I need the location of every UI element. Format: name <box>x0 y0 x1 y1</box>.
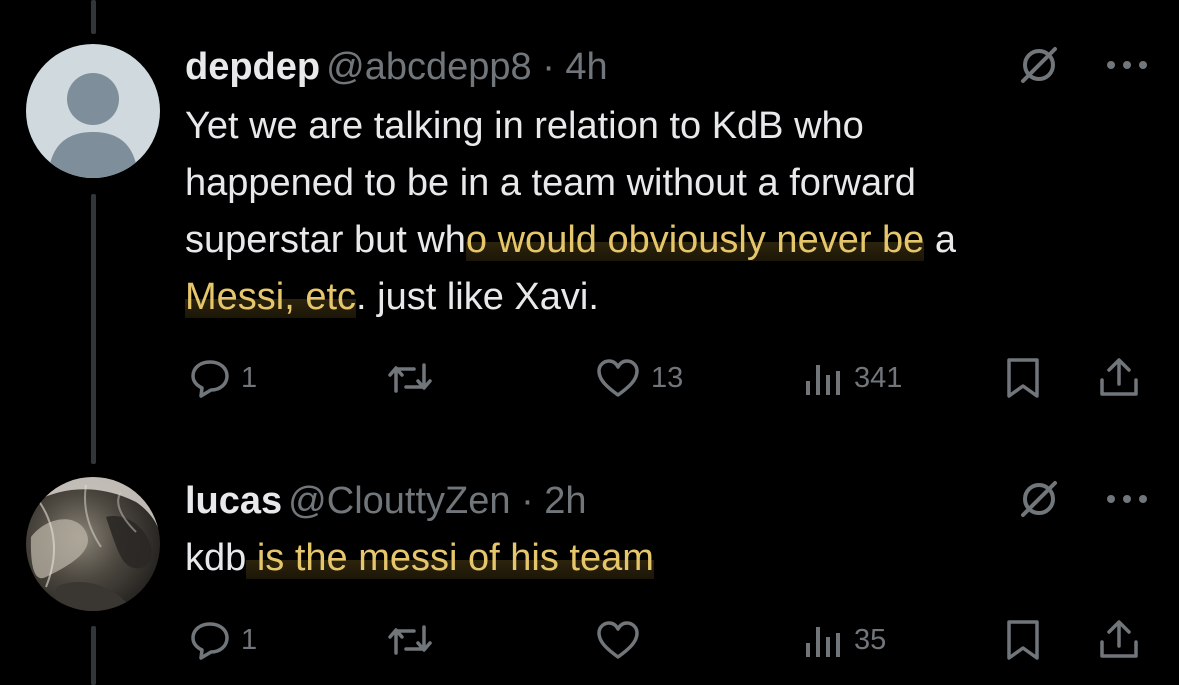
retweet-icon <box>388 625 432 655</box>
text-segment: kdb <box>185 537 247 579</box>
retweet-button[interactable] <box>386 353 434 403</box>
bookmark-icon <box>1007 358 1039 398</box>
reply-button[interactable]: 1 <box>189 353 257 403</box>
views-icon <box>806 627 840 657</box>
profile-photo <box>26 477 160 611</box>
tweet-text: kdb is the messi of his team <box>185 530 1125 587</box>
text-segment: superstar but wh <box>185 219 466 261</box>
text-line: happened to be in a team without a forwa… <box>185 162 916 204</box>
reply-button[interactable]: 1 <box>189 615 257 665</box>
user-handle[interactable]: @ClouttyZen <box>288 480 510 522</box>
share-button[interactable] <box>1097 615 1141 665</box>
time-separator: · <box>542 46 555 88</box>
bookmark-icon <box>1007 620 1039 660</box>
timestamp[interactable]: 4h <box>565 46 607 88</box>
thread-line-middle <box>91 194 96 464</box>
grok-icon[interactable] <box>1017 43 1061 92</box>
reply-count: 1 <box>241 623 258 656</box>
share-icon <box>1100 620 1138 658</box>
share-button[interactable] <box>1097 353 1141 403</box>
view-count: 341 <box>854 361 903 394</box>
bookmark-button[interactable] <box>1003 353 1043 403</box>
default-avatar-icon <box>26 44 160 178</box>
reply-count: 1 <box>241 361 258 394</box>
thread-line-top <box>91 0 96 34</box>
action-bar: 1 35 <box>185 615 1149 665</box>
thread-line-bottom <box>91 626 96 685</box>
more-icon[interactable] <box>1105 58 1149 76</box>
tweet-top-icons <box>1017 42 1149 92</box>
tweet[interactable]: depdep @abcdepp8 · 4h Yet we are talking … <box>185 42 1149 402</box>
more-icon[interactable] <box>1105 492 1149 510</box>
tweet-header: lucas @ClouttyZen · 2h <box>185 476 587 526</box>
share-icon <box>1100 358 1138 396</box>
views-icon <box>806 365 840 395</box>
retweet-button[interactable] <box>386 615 434 665</box>
like-icon <box>597 359 639 397</box>
text-segment: a <box>924 219 957 261</box>
views-button[interactable]: 35 <box>802 615 886 665</box>
display-name[interactable]: lucas <box>185 480 282 522</box>
highlighted-text: Messi, etc <box>185 276 357 318</box>
views-button[interactable]: 341 <box>802 353 902 403</box>
highlighted-text: o would obviously never be <box>465 219 925 261</box>
text-segment: . just like Xavi. <box>356 276 599 318</box>
user-handle[interactable]: @abcdepp8 <box>326 46 532 88</box>
view-count: 35 <box>854 623 887 656</box>
like-button[interactable]: 13 <box>595 353 683 403</box>
action-bar: 1 13 341 <box>185 353 1149 403</box>
avatar[interactable] <box>26 44 160 178</box>
reply-icon <box>191 360 229 398</box>
like-icon <box>597 621 639 659</box>
like-count: 13 <box>651 361 684 394</box>
tweet-text: Yet we are talking in relation to KdB wh… <box>185 98 1125 326</box>
like-button[interactable] <box>595 615 651 665</box>
text-line: Yet we are talking in relation to KdB wh… <box>185 105 864 147</box>
timestamp[interactable]: 2h <box>544 480 586 522</box>
tweet-header: depdep @abcdepp8 · 4h <box>185 42 608 92</box>
display-name[interactable]: depdep <box>185 46 320 88</box>
time-separator: · <box>521 480 534 522</box>
highlighted-text: is the messi of his team <box>246 537 654 579</box>
tweet[interactable]: lucas @ClouttyZen · 2h kdb is the messi o… <box>185 476 1149 685</box>
bookmark-button[interactable] <box>1003 615 1043 665</box>
avatar[interactable] <box>26 477 160 611</box>
grok-icon[interactable] <box>1017 477 1061 526</box>
tweet-top-icons <box>1017 476 1149 526</box>
reply-icon <box>191 622 229 660</box>
retweet-icon <box>388 363 432 393</box>
